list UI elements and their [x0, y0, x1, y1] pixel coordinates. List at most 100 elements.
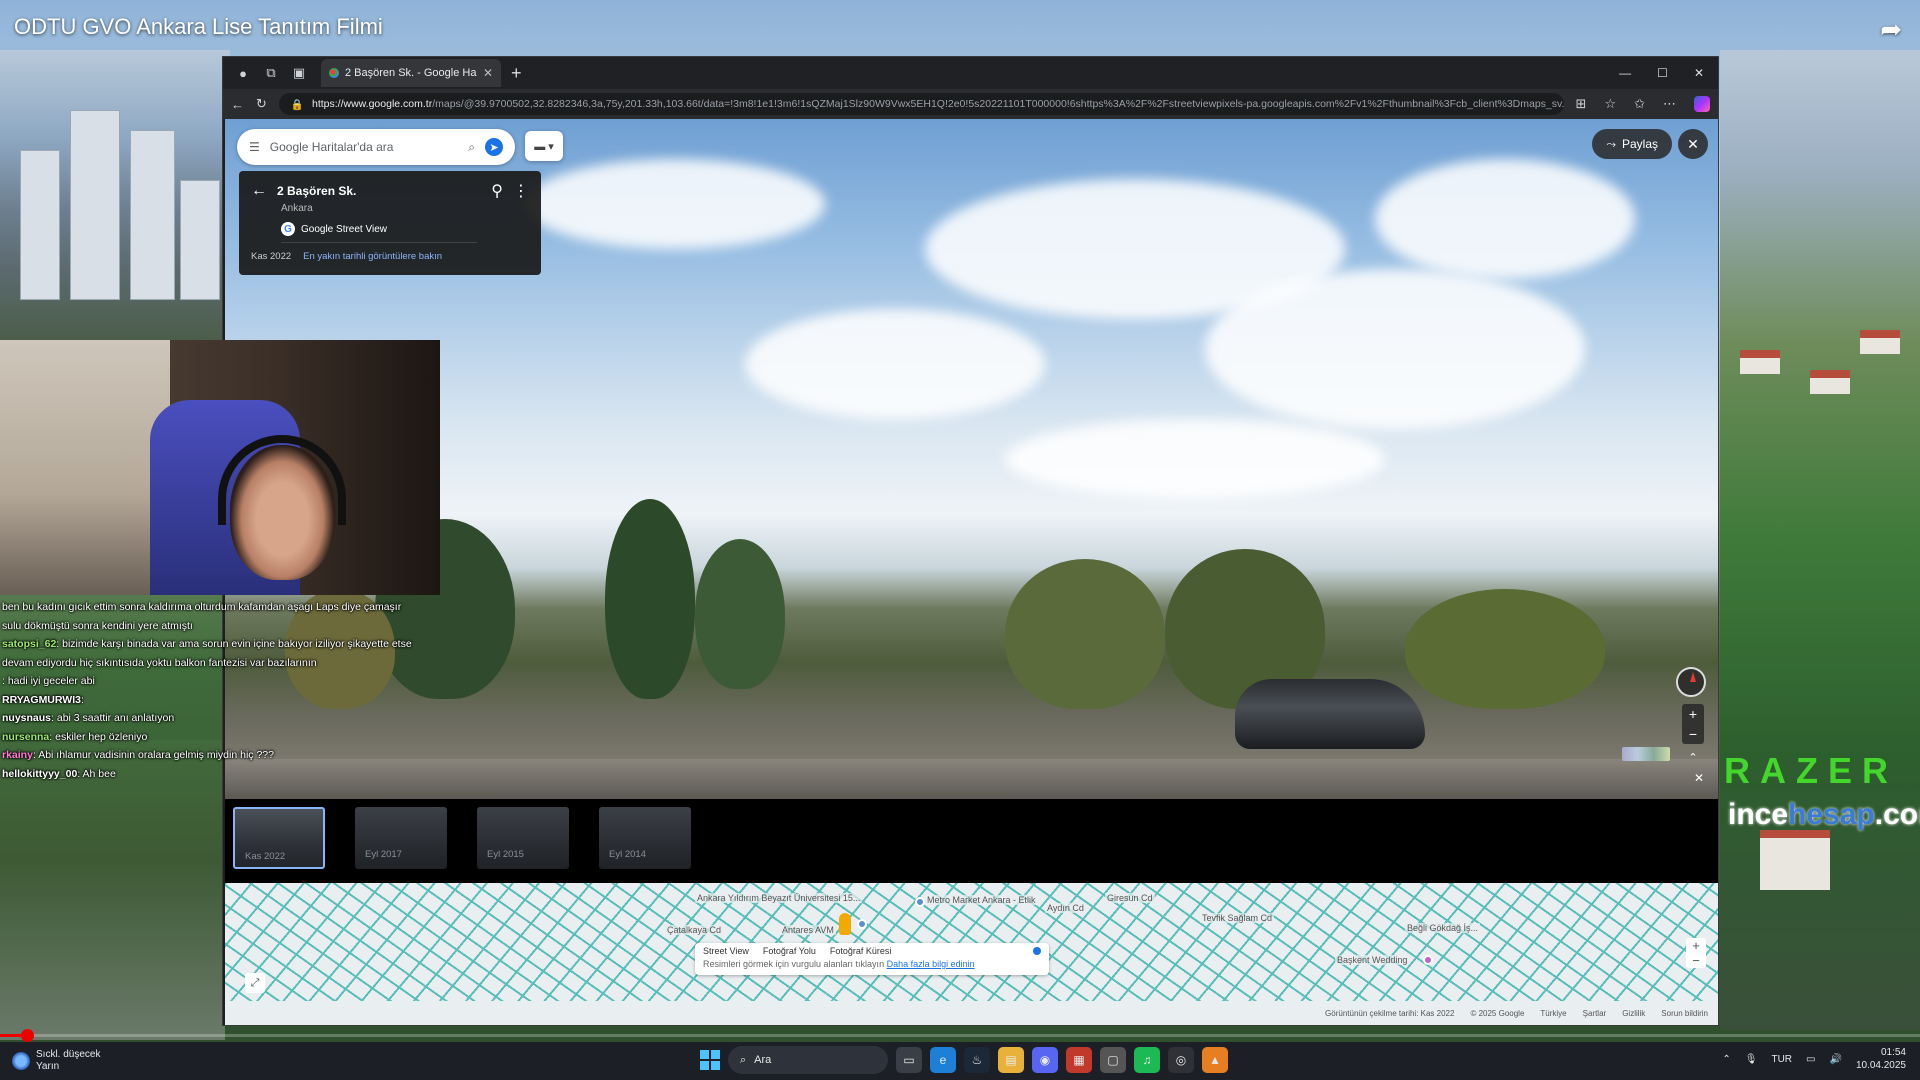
system-tray: ⌃ 🎙 TUR ▭ 🔊 01:54 10.04.2025	[1722, 1046, 1906, 1072]
app-icon[interactable]: ▦	[1066, 1047, 1092, 1073]
timeline-thumb[interactable]: Eyl 2014	[599, 807, 691, 869]
obs-icon[interactable]: ◎	[1168, 1047, 1194, 1073]
back-arrow-icon[interactable]: ←	[251, 182, 267, 200]
footer-privacy[interactable]: Gizlilik	[1622, 1009, 1645, 1018]
learn-more-link[interactable]: Daha fazla bilgi edinin	[887, 959, 975, 969]
expand-map-icon[interactable]: ⤢	[245, 973, 265, 993]
share-button[interactable]: ⤳ Paylaş	[1592, 129, 1672, 159]
footer-terms[interactable]: Şartlar	[1583, 1009, 1607, 1018]
maps-search-box[interactable]: ☰ Google Haritalar'da ara ⌕ ➤	[237, 129, 515, 165]
edge-icon[interactable]: e	[930, 1047, 956, 1073]
chat-username[interactable]: nursenna	[2, 731, 49, 743]
search-icon[interactable]: ⌕	[468, 140, 475, 155]
map-label: Aydın Cd	[1045, 903, 1086, 913]
search-input[interactable]: Google Haritalar'da ara	[270, 140, 459, 154]
tab-actions-icon[interactable]: ▣	[285, 59, 313, 87]
chat-text: : hadi iyi geceler abi	[2, 675, 95, 687]
timeline-thumb[interactable]: Eyl 2017	[355, 807, 447, 869]
minimize-icon[interactable]: —	[1619, 66, 1631, 80]
chat-text: : eskiler hep özleniyo	[49, 730, 148, 743]
building	[130, 130, 175, 300]
directions-icon[interactable]: ➤	[485, 138, 503, 156]
blue-dot-icon	[1033, 947, 1041, 955]
location-pin-icon[interactable]: ⚲	[491, 181, 503, 201]
chat-username[interactable]: RRYAGMURWI3	[2, 694, 81, 706]
new-tab-icon[interactable]: +	[511, 63, 522, 84]
lock-icon: 🔒	[290, 98, 304, 111]
progress-knob[interactable]	[20, 1029, 34, 1042]
reload-icon[interactable]: ↻	[256, 96, 267, 112]
chat-username[interactable]: rkainy	[2, 749, 33, 761]
network-icon[interactable]: ▭	[1806, 1054, 1815, 1065]
footer-country[interactable]: Türkiye	[1540, 1009, 1566, 1018]
map-zoom-out-button[interactable]: −	[1686, 953, 1706, 968]
weather-widget[interactable]: Sıckl. düşecek Yarın	[0, 1049, 100, 1073]
tree	[605, 499, 695, 699]
chat-message: ben bu kadını gıcık ettim sonra kaldırım…	[2, 598, 422, 635]
more-vertical-icon[interactable]: ⋮	[513, 181, 529, 201]
taskbar-search[interactable]: ⌕ Ara	[728, 1046, 888, 1074]
tab-google-maps[interactable]: 2 Başören Sk. - Google Haritalar ✕	[321, 59, 501, 87]
url-field[interactable]: 🔒 https://www.google.com.tr /maps/@39.97…	[278, 93, 1564, 115]
start-icon[interactable]	[700, 1050, 720, 1070]
favorite-star-icon[interactable]: ☆	[1604, 96, 1616, 112]
chat-username[interactable]: hellokittyyy_00	[2, 768, 77, 780]
building	[70, 110, 120, 300]
copilot-icon[interactable]	[1694, 96, 1710, 112]
footer-copyright: © 2025 Google	[1470, 1008, 1525, 1018]
hamburger-menu-icon[interactable]: ☰	[249, 140, 260, 154]
capture-date[interactable]: Kas 2022	[251, 251, 291, 262]
building	[1810, 370, 1850, 394]
chat-username[interactable]: nuysnaus	[2, 712, 51, 724]
close-tab-icon[interactable]: ✕	[483, 66, 493, 80]
timeline-thumb[interactable]: Eyl 2015	[477, 807, 569, 869]
app-available-icon[interactable]: ⊞	[1576, 96, 1587, 112]
poi-marker-icon[interactable]	[1423, 955, 1433, 965]
collapse-chevron-icon[interactable]: ⌃	[1682, 751, 1704, 769]
footer-report[interactable]: Sorun bildirin	[1661, 1009, 1708, 1018]
url-path: /maps/@39.9700502,32.8282346,3a,75y,201.…	[432, 98, 1564, 110]
zoom-out-button[interactable]: −	[1682, 724, 1704, 744]
workspaces-icon[interactable]: ⧉	[257, 59, 285, 87]
tray-overflow-icon[interactable]: ⌃	[1722, 1054, 1730, 1065]
clock[interactable]: 01:54 10.04.2025	[1856, 1046, 1906, 1072]
microphone-icon[interactable]: 🎙	[1745, 1054, 1758, 1065]
language-indicator[interactable]: TUR	[1771, 1054, 1792, 1065]
map-label: Antares AVM	[780, 925, 836, 935]
street-view-minimap[interactable]: Ankara Yıldırım Beyazıt Üniversitesi 15.…	[225, 883, 1718, 1001]
zoom-controls: + −	[1682, 704, 1704, 744]
poi-marker-icon[interactable]	[915, 897, 925, 907]
close-window-icon[interactable]: ✕	[1694, 66, 1704, 80]
file-explorer-icon[interactable]: ▤	[998, 1047, 1024, 1073]
share-arrow-icon[interactable]: ➦	[1880, 14, 1902, 45]
map-zoom-in-button[interactable]: +	[1686, 938, 1706, 953]
chat-text: ben bu kadını gıcık ettim sonra kaldırım…	[2, 601, 402, 632]
close-street-view-button[interactable]: ✕	[1678, 129, 1708, 159]
favorites-icon[interactable]: ✩	[1634, 96, 1645, 112]
latest-imagery-link[interactable]: En yakın tarihli görüntülere bakın	[303, 251, 442, 262]
maximize-icon[interactable]: ☐	[1657, 66, 1668, 80]
compass-icon[interactable]	[1676, 667, 1706, 697]
app-icon[interactable]: ▲	[1202, 1047, 1228, 1073]
timeline-thumb[interactable]: Kas 2022	[233, 807, 325, 869]
imagery-thumbnail-strip[interactable]	[1622, 747, 1670, 761]
close-timeline-icon[interactable]: ✕	[1694, 771, 1704, 785]
chat-overlay: ben bu kadını gıcık ettim sonra kaldırım…	[2, 598, 422, 783]
zoom-in-button[interactable]: +	[1682, 704, 1704, 724]
address-bar: ← ↻ 🔒 https://www.google.com.tr /maps/@3…	[223, 89, 1718, 119]
back-icon[interactable]: ←	[231, 97, 244, 112]
chat-username[interactable]: satopsi_62	[2, 638, 56, 650]
task-view-icon[interactable]: ▭	[896, 1047, 922, 1073]
more-icon[interactable]: ⋯	[1663, 96, 1676, 112]
app-icon[interactable]: ▢	[1100, 1047, 1126, 1073]
volume-icon[interactable]: 🔊	[1829, 1054, 1841, 1065]
poi-marker-icon[interactable]	[857, 919, 867, 929]
profile-icon[interactable]: ●	[229, 59, 257, 87]
spotify-icon[interactable]: ♫	[1134, 1047, 1160, 1073]
steam-icon[interactable]: ♨	[964, 1047, 990, 1073]
layers-button[interactable]: ▬ ▾	[525, 131, 563, 161]
discord-icon[interactable]: ◉	[1032, 1047, 1058, 1073]
stream-progress-bar[interactable]	[0, 1029, 1920, 1042]
pegman-icon[interactable]	[839, 913, 851, 935]
street-view-panorama[interactable]: ☰ Google Haritalar'da ara ⌕ ➤ ▬ ▾ ← 2 Ba…	[225, 119, 1718, 799]
